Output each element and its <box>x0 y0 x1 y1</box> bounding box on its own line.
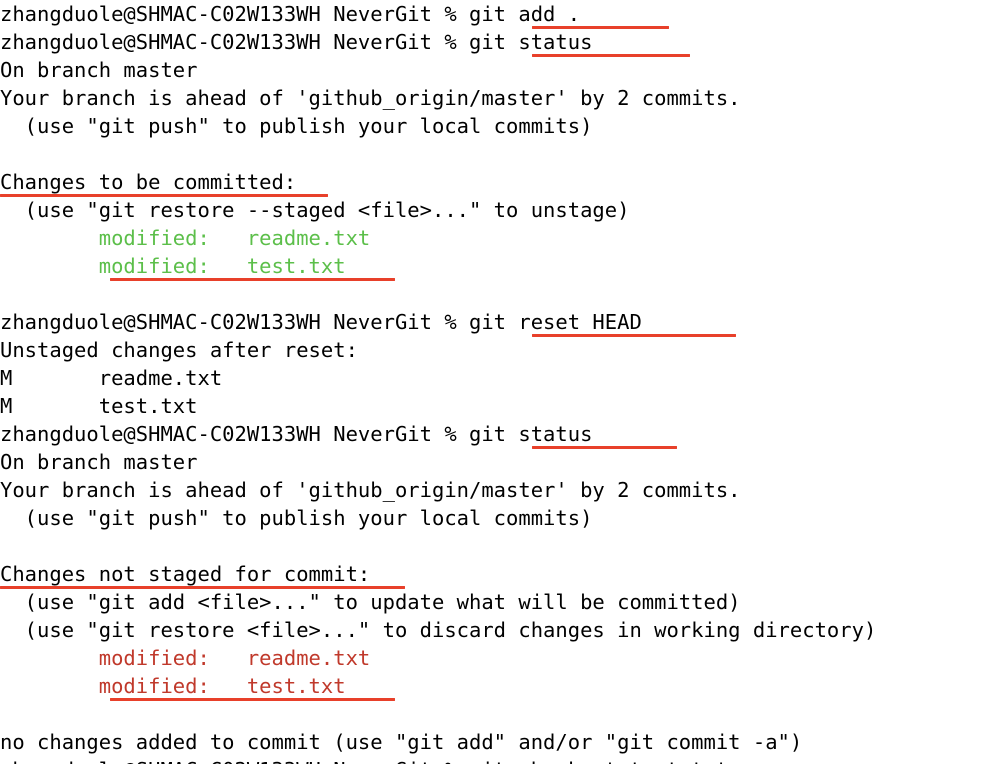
line-text: (use "git push" to publish your local co… <box>0 506 593 530</box>
line-text: Your branch is ahead of 'github_origin/m… <box>0 86 741 110</box>
underline-modified-test-unstaged <box>110 698 395 701</box>
terminal-line: Changes to be committed: <box>0 168 1006 196</box>
line-text: no changes added to commit (use "git add… <box>0 730 803 754</box>
terminal-line: (use "git push" to publish your local co… <box>0 112 1006 140</box>
terminal-line: On branch master <box>0 448 1006 476</box>
terminal-line: modified: readme.txt <box>0 224 1006 252</box>
command-text: git add . <box>469 2 581 26</box>
line-text: M test.txt <box>0 394 198 418</box>
line-text: (use "git add <file>..." to update what … <box>0 590 741 614</box>
terminal-line: (use "git add <file>..." to update what … <box>0 588 1006 616</box>
line-text: zhangduole@SHMAC-C02W133WH NeverGit % <box>0 422 469 446</box>
line-text: modified: readme.txt <box>0 226 371 250</box>
terminal-line: zhangduole@SHMAC-C02W133WH NeverGit % gi… <box>0 28 1006 56</box>
underline-git-status-1 <box>532 54 690 57</box>
line-text: Changes to be committed: <box>0 170 297 194</box>
terminal-line: modified: test.txt <box>0 252 1006 280</box>
line-text: On branch master <box>0 450 198 474</box>
terminal-line: Your branch is ahead of 'github_origin/m… <box>0 84 1006 112</box>
terminal-output: zhangduole@SHMAC-C02W133WH NeverGit % gi… <box>0 0 1006 764</box>
underline-changes-to-be-committed <box>0 194 328 197</box>
underline-git-add <box>532 26 669 29</box>
terminal-line: (use "git push" to publish your local co… <box>0 504 1006 532</box>
line-text: (use "git restore <file>..." to discard … <box>0 618 877 642</box>
line-text: modified: readme.txt <box>0 646 371 670</box>
terminal-line: zhangduole@SHMAC-C02W133WH NeverGit % gi… <box>0 420 1006 448</box>
terminal-line: Unstaged changes after reset: <box>0 336 1006 364</box>
terminal-line: modified: readme.txt <box>0 644 1006 672</box>
terminal-line: On branch master <box>0 56 1006 84</box>
line-text: M readme.txt <box>0 366 223 390</box>
line-text: zhangduole@SHMAC-C02W133WH NeverGit % <box>0 758 469 764</box>
line-text: (use "git push" to publish your local co… <box>0 114 593 138</box>
terminal-line: zhangduole@SHMAC-C02W133WH NeverGit % gi… <box>0 308 1006 336</box>
terminal-line: (use "git restore --staged <file>..." to… <box>0 196 1006 224</box>
terminal-line: M readme.txt <box>0 364 1006 392</box>
line-text: Unstaged changes after reset: <box>0 338 358 362</box>
line-text: Your branch is ahead of 'github_origin/m… <box>0 478 741 502</box>
terminal-line: zhangduole@SHMAC-C02W133WH NeverGit % gi… <box>0 756 1006 764</box>
terminal-line: modified: test.txt <box>0 672 1006 700</box>
underline-modified-test-staged <box>110 278 395 281</box>
command-text: git status <box>469 422 593 446</box>
terminal-line: no changes added to commit (use "git add… <box>0 728 1006 756</box>
command-text: git checkout test.txt <box>469 758 728 764</box>
terminal-line: zhangduole@SHMAC-C02W133WH NeverGit % gi… <box>0 0 1006 28</box>
terminal-line: M test.txt <box>0 392 1006 420</box>
terminal-window[interactable]: zhangduole@SHMAC-C02W133WH NeverGit % gi… <box>0 0 1006 764</box>
line-text: modified: test.txt <box>0 254 346 278</box>
line-text: zhangduole@SHMAC-C02W133WH NeverGit % <box>0 2 469 26</box>
command-text: git reset HEAD <box>469 310 642 334</box>
line-text: Changes not staged for commit: <box>0 562 371 586</box>
line-text: zhangduole@SHMAC-C02W133WH NeverGit % <box>0 30 469 54</box>
line-text: (use "git restore --staged <file>..." to… <box>0 198 630 222</box>
command-text: git status <box>469 30 593 54</box>
line-text: zhangduole@SHMAC-C02W133WH NeverGit % <box>0 310 469 334</box>
terminal-line: Changes not staged for commit: <box>0 560 1006 588</box>
line-text: modified: test.txt <box>0 674 346 698</box>
underline-git-status-2 <box>532 446 677 449</box>
underline-git-reset-head <box>532 334 736 337</box>
terminal-line: Your branch is ahead of 'github_origin/m… <box>0 476 1006 504</box>
terminal-line: (use "git restore <file>..." to discard … <box>0 616 1006 644</box>
line-text: On branch master <box>0 58 198 82</box>
underline-changes-not-staged <box>0 586 405 589</box>
